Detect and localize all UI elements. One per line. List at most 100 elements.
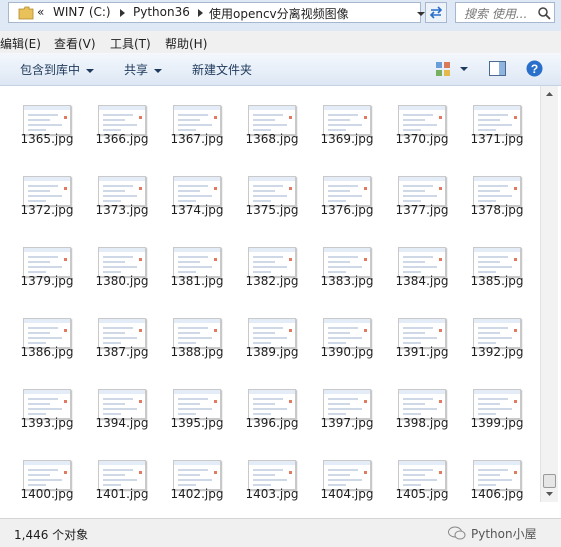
file-name: 1381.jpg — [170, 274, 224, 288]
image-thumbnail — [248, 460, 296, 490]
chevron-right-icon[interactable] — [198, 9, 203, 17]
chevron-down-icon — [154, 68, 163, 73]
menu-tools[interactable]: 工具(T) — [110, 35, 151, 52]
chevron-down-icon[interactable] — [460, 67, 468, 71]
include-in-library-label: 包含到库中 — [20, 63, 81, 77]
file-item[interactable]: 1378.jpg — [465, 165, 529, 221]
file-item[interactable]: 1393.jpg — [15, 378, 79, 434]
file-item[interactable]: 1402.jpg — [165, 449, 229, 502]
file-item[interactable]: 1377.jpg — [390, 165, 454, 221]
file-item[interactable]: 1394.jpg — [90, 378, 154, 434]
image-thumbnail — [398, 460, 446, 490]
image-thumbnail — [98, 389, 146, 419]
file-item[interactable]: 1385.jpg — [465, 236, 529, 292]
file-item[interactable]: 1368.jpg — [240, 94, 304, 150]
refresh-button[interactable] — [425, 2, 447, 23]
file-item[interactable]: 1376.jpg — [315, 165, 379, 221]
image-thumbnail — [173, 247, 221, 277]
image-thumbnail — [23, 176, 71, 206]
image-thumbnail — [473, 105, 521, 135]
file-item[interactable]: 1399.jpg — [465, 378, 529, 434]
file-item[interactable]: 1371.jpg — [465, 94, 529, 150]
file-item[interactable]: 1375.jpg — [240, 165, 304, 221]
file-name: 1375.jpg — [245, 203, 299, 217]
image-thumbnail — [398, 176, 446, 206]
image-thumbnail — [473, 389, 521, 419]
include-in-library-button[interactable]: 包含到库中 — [20, 61, 95, 78]
file-item[interactable]: 1392.jpg — [465, 307, 529, 363]
file-item[interactable]: 1365.jpg — [15, 94, 79, 150]
file-item[interactable]: 1379.jpg — [15, 236, 79, 292]
file-item[interactable]: 1374.jpg — [165, 165, 229, 221]
file-name: 1379.jpg — [20, 274, 74, 288]
image-thumbnail — [323, 460, 371, 490]
image-thumbnail — [23, 318, 71, 348]
file-item[interactable]: 1386.jpg — [15, 307, 79, 363]
file-item[interactable]: 1380.jpg — [90, 236, 154, 292]
file-item[interactable]: 1381.jpg — [165, 236, 229, 292]
image-thumbnail — [23, 389, 71, 419]
file-name: 1403.jpg — [245, 487, 299, 501]
file-item[interactable]: 1400.jpg — [15, 449, 79, 502]
file-item[interactable]: 1405.jpg — [390, 449, 454, 502]
search-icon[interactable] — [537, 6, 551, 20]
menu-help[interactable]: 帮助(H) — [165, 35, 207, 52]
vertical-scrollbar[interactable] — [540, 86, 558, 502]
file-item[interactable]: 1390.jpg — [315, 307, 379, 363]
file-item[interactable]: 1396.jpg — [240, 378, 304, 434]
file-name: 1383.jpg — [320, 274, 374, 288]
chevron-right-icon[interactable] — [120, 9, 125, 17]
menu-view[interactable]: 查看(V) — [54, 35, 96, 52]
file-name: 1369.jpg — [320, 132, 374, 146]
search-input[interactable]: 搜索 使用... — [455, 2, 555, 23]
crumb-drive[interactable]: WIN7 (C:) — [53, 5, 111, 19]
file-item[interactable]: 1384.jpg — [390, 236, 454, 292]
file-item[interactable]: 1403.jpg — [240, 449, 304, 502]
image-thumbnail — [173, 318, 221, 348]
file-item[interactable]: 1370.jpg — [390, 94, 454, 150]
file-item[interactable]: 1395.jpg — [165, 378, 229, 434]
image-thumbnail — [323, 247, 371, 277]
file-name: 1373.jpg — [95, 203, 149, 217]
file-name: 1405.jpg — [395, 487, 449, 501]
chevron-down-icon — [86, 68, 95, 73]
file-item[interactable]: 1388.jpg — [165, 307, 229, 363]
file-item[interactable]: 1397.jpg — [315, 378, 379, 434]
file-name: 1387.jpg — [95, 345, 149, 359]
file-item[interactable]: 1369.jpg — [315, 94, 379, 150]
file-name: 1368.jpg — [245, 132, 299, 146]
scroll-up-icon[interactable] — [541, 86, 558, 102]
file-item[interactable]: 1387.jpg — [90, 307, 154, 363]
file-item[interactable]: 1389.jpg — [240, 307, 304, 363]
crumb-python36[interactable]: Python36 — [133, 5, 190, 19]
menu-edit[interactable]: 编辑(E) — [0, 35, 41, 52]
preview-pane-icon[interactable] — [489, 61, 506, 76]
share-button[interactable]: 共享 — [124, 61, 163, 78]
image-thumbnail — [248, 318, 296, 348]
file-item[interactable]: 1373.jpg — [90, 165, 154, 221]
file-item[interactable]: 1401.jpg — [90, 449, 154, 502]
new-folder-button[interactable]: 新建文件夹 — [192, 61, 252, 78]
folder-icon — [18, 6, 34, 20]
scroll-down-icon[interactable] — [541, 486, 558, 502]
file-name: 1392.jpg — [470, 345, 524, 359]
file-item[interactable]: 1372.jpg — [15, 165, 79, 221]
address-bar[interactable]: « WIN7 (C:) Python36 使用opencv分离视频图像 — [8, 2, 425, 23]
crumb-current-folder[interactable]: 使用opencv分离视频图像 — [209, 5, 349, 22]
image-thumbnail — [248, 247, 296, 277]
file-item[interactable]: 1382.jpg — [240, 236, 304, 292]
file-item[interactable]: 1404.jpg — [315, 449, 379, 502]
file-item[interactable]: 1406.jpg — [465, 449, 529, 502]
address-overflow[interactable]: « — [37, 5, 44, 19]
file-item[interactable]: 1366.jpg — [90, 94, 154, 150]
watermark-text: Python小屋 — [471, 527, 537, 541]
file-item[interactable]: 1367.jpg — [165, 94, 229, 150]
file-item[interactable]: 1398.jpg — [390, 378, 454, 434]
file-name: 1395.jpg — [170, 416, 224, 430]
help-icon[interactable]: ? — [526, 60, 543, 77]
file-item[interactable]: 1383.jpg — [315, 236, 379, 292]
view-options-icon[interactable] — [435, 61, 451, 77]
file-name: 1385.jpg — [470, 274, 524, 288]
file-item[interactable]: 1391.jpg — [390, 307, 454, 363]
file-name: 1406.jpg — [470, 487, 524, 501]
